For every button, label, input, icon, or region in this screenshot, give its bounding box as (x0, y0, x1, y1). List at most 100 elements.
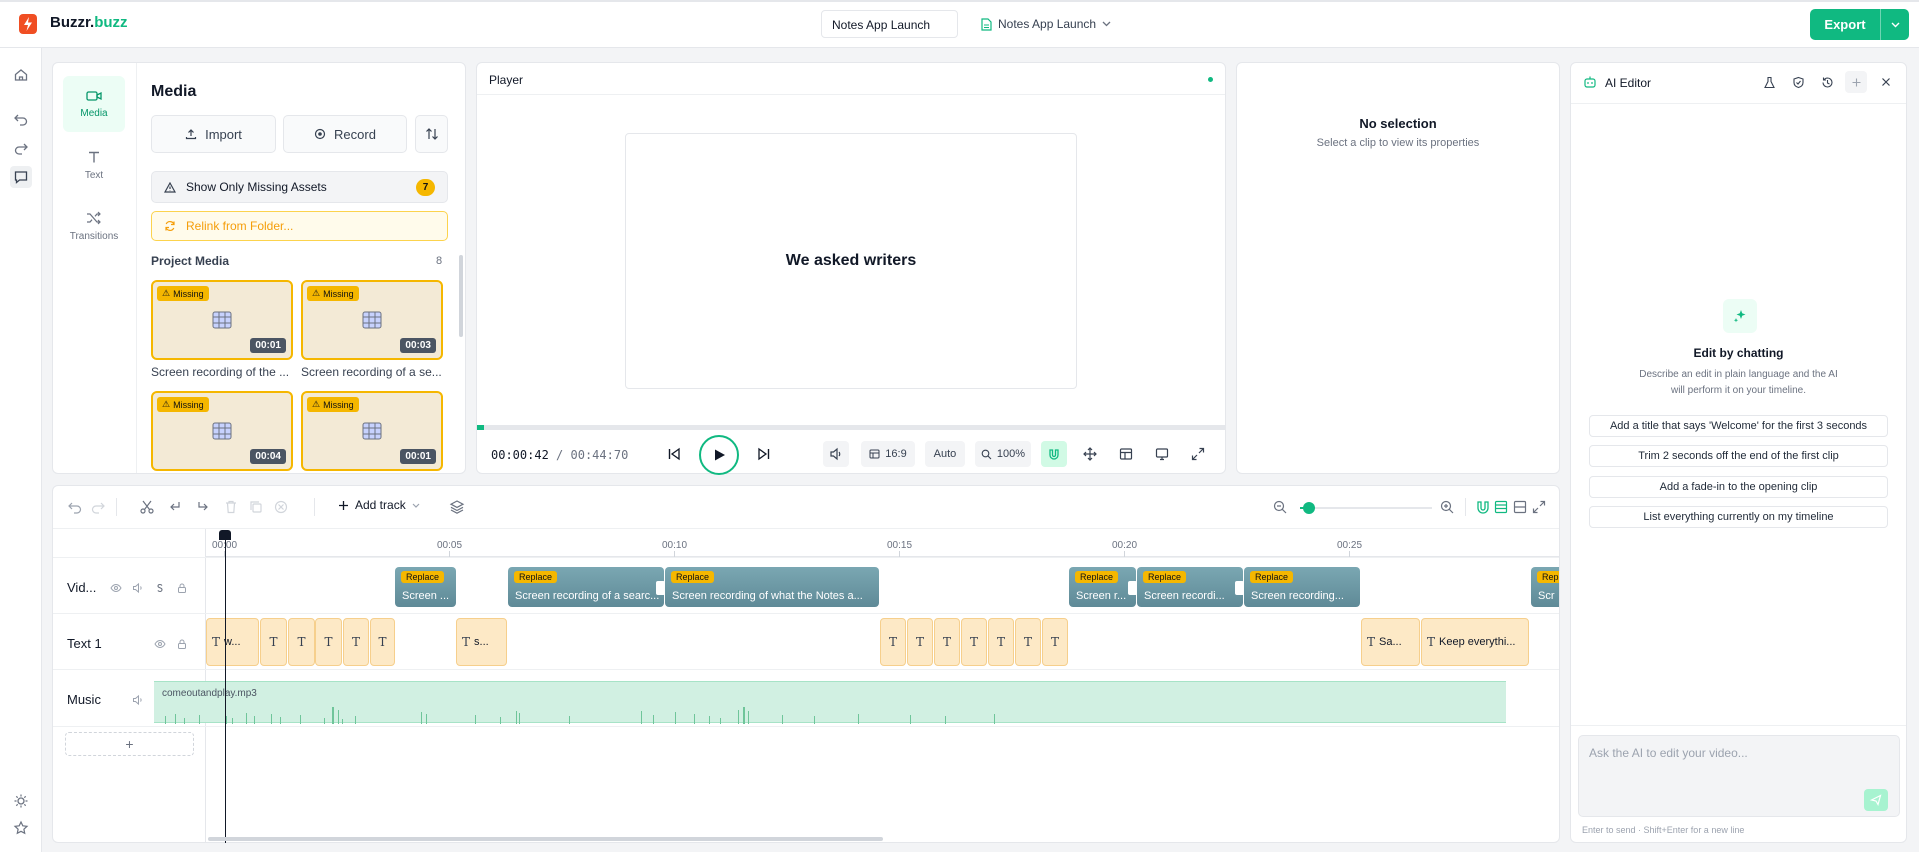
zoom-slider[interactable] (1300, 507, 1432, 509)
text-clip[interactable]: T (1015, 618, 1041, 666)
fullscreen-button[interactable] (1185, 441, 1211, 467)
timeline-horizontal-scrollbar[interactable] (208, 837, 883, 841)
project-selector[interactable]: Notes App Launch (981, 14, 1111, 34)
shield-check-icon[interactable] (1792, 76, 1805, 89)
disable-icon[interactable] (273, 499, 289, 515)
export-menu-chevron-icon[interactable] (1881, 22, 1909, 28)
video-clip[interactable]: Replace Screen recording... (1244, 567, 1360, 607)
play-button[interactable] (699, 435, 739, 475)
send-button[interactable] (1864, 789, 1888, 811)
video-clip[interactable]: Replace Screen ... (395, 567, 456, 607)
project-name-input[interactable]: Notes App Launch (821, 10, 958, 38)
tab-transitions[interactable]: Transitions (63, 198, 125, 254)
suggestion-chip[interactable]: Add a title that says 'Welcome' for the … (1589, 415, 1888, 437)
text-clip[interactable]: T (988, 618, 1014, 666)
ai-prompt-input[interactable]: Ask the AI to edit your video... (1578, 735, 1900, 817)
undo-icon[interactable] (13, 111, 29, 127)
split-view-icon[interactable] (1512, 499, 1528, 515)
text-clip[interactable]: T (260, 618, 287, 666)
zoom-out-icon[interactable] (1272, 499, 1288, 515)
text-clip[interactable]: T (880, 618, 906, 666)
suggestion-chip[interactable]: Trim 2 seconds off the end of the first … (1589, 445, 1888, 467)
tab-media[interactable]: Media (63, 76, 125, 132)
chat-rail-button[interactable] (10, 166, 32, 188)
text-clip[interactable]: T Keep everythi... (1421, 618, 1529, 666)
replace-badge[interactable]: Replace (1250, 571, 1294, 583)
split-right-icon[interactable] (195, 499, 211, 515)
text-clip[interactable]: T (961, 618, 987, 666)
playhead-handle[interactable] (219, 530, 231, 540)
media-item[interactable]: ⚠ Missing 00:04 (151, 391, 293, 471)
volume-button[interactable] (823, 441, 849, 467)
video-clip[interactable]: Replace Screen recording of what the Note… (665, 567, 879, 607)
video-clip[interactable]: Replace Scre (1531, 567, 1559, 607)
replace-badge[interactable]: Replace (401, 571, 445, 583)
delete-icon[interactable] (223, 499, 239, 515)
transition-handle[interactable] (1128, 581, 1136, 595)
media-item[interactable]: ⚠ Missing 00:01 (301, 391, 443, 471)
timeline-ruler[interactable]: 00:00 00:05 00:10 00:15 00:20 00:25 (206, 529, 1559, 557)
show-missing-assets-toggle[interactable]: Show Only Missing Assets 7 (151, 171, 448, 203)
zoom-in-icon[interactable] (1439, 499, 1455, 515)
suggestion-chip[interactable]: Add a fade-in to the opening clip (1589, 476, 1888, 498)
history-icon[interactable] (1821, 76, 1834, 89)
lock-icon[interactable] (176, 638, 188, 650)
aspect-ratio-button[interactable]: 16:9 (861, 441, 915, 467)
text-clip[interactable]: T (907, 618, 933, 666)
home-icon[interactable] (13, 67, 29, 83)
record-button[interactable]: Record (283, 115, 407, 153)
text-clip[interactable]: T (288, 618, 315, 666)
video-preview[interactable]: We asked writers (625, 133, 1077, 389)
text-clip[interactable]: T (1042, 618, 1068, 666)
transition-handle[interactable] (1235, 581, 1243, 595)
playback-progress-bar[interactable] (477, 425, 1225, 430)
track-view-icon[interactable] (1493, 499, 1509, 515)
expand-icon[interactable] (1531, 499, 1547, 515)
track-name-music[interactable]: Music (67, 692, 101, 707)
text-clip[interactable]: T (934, 618, 960, 666)
music-clip[interactable]: comeoutandplay.mp3 (154, 681, 1506, 724)
quality-button[interactable]: Auto (925, 441, 965, 467)
skip-back-button[interactable] (663, 441, 685, 467)
video-clip[interactable]: Replace Screen recordi... (1137, 567, 1243, 607)
monitor-button[interactable] (1149, 441, 1175, 467)
eye-icon[interactable] (110, 582, 122, 594)
close-icon[interactable] (1880, 76, 1892, 88)
new-chat-button[interactable] (1845, 71, 1867, 93)
transition-handle[interactable] (656, 581, 664, 595)
text-clip[interactable]: T Sa... (1361, 618, 1420, 666)
replace-badge[interactable]: Replace (1075, 571, 1119, 583)
volume-icon[interactable] (132, 694, 144, 706)
timeline-magnet-icon[interactable] (1475, 499, 1491, 515)
flask-icon[interactable] (1763, 76, 1776, 89)
timeline-redo-icon[interactable] (90, 499, 106, 515)
split-left-icon[interactable] (167, 499, 183, 515)
video-clip[interactable]: Replace Screen r... (1069, 567, 1136, 607)
skip-forward-button[interactable] (753, 441, 775, 467)
media-scrollbar[interactable] (459, 255, 463, 337)
video-clip[interactable]: Replace Screen recording of a searc... (508, 567, 664, 607)
brand-logo[interactable]: Buzzr.buzz (50, 14, 128, 31)
add-track-button[interactable]: Add track (338, 498, 420, 512)
suggestion-chip[interactable]: List everything currently on my timeline (1589, 506, 1888, 528)
layout-button[interactable] (1113, 441, 1139, 467)
layers-icon[interactable] (449, 499, 465, 515)
move-tool[interactable] (1077, 441, 1103, 467)
replace-badge[interactable]: Replace (671, 571, 715, 583)
sort-button[interactable] (415, 115, 448, 153)
eye-icon[interactable] (154, 638, 166, 650)
star-icon[interactable] (13, 820, 29, 836)
text-clip[interactable]: Tw... (206, 618, 259, 666)
add-track-row-button[interactable]: + (65, 732, 194, 756)
scissors-icon[interactable] (139, 499, 155, 515)
track-name-video[interactable]: Vid... (67, 580, 96, 595)
import-button[interactable]: Import (151, 115, 276, 153)
relink-folder-button[interactable]: Relink from Folder... (151, 211, 448, 241)
text-clip[interactable]: T (370, 618, 395, 666)
solo-icon[interactable] (154, 582, 166, 594)
replace-badge[interactable]: Replace (1143, 571, 1187, 583)
replace-badge[interactable]: Replace (514, 571, 558, 583)
redo-icon[interactable] (13, 140, 29, 156)
export-button[interactable]: Export (1810, 9, 1909, 40)
lock-icon[interactable] (176, 582, 188, 594)
